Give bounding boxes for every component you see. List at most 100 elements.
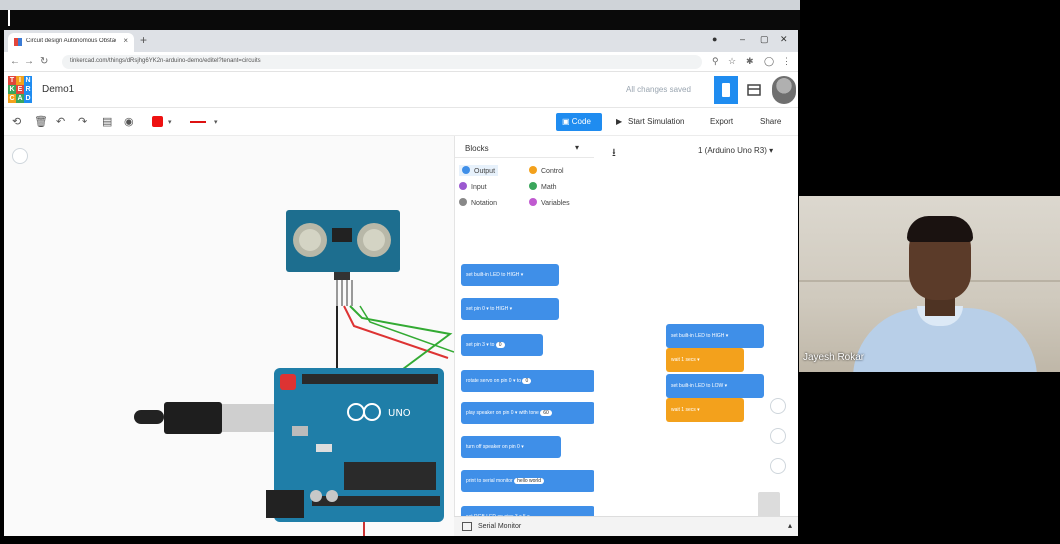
play-icon[interactable]: ▶ <box>616 117 622 126</box>
cursor-marker <box>8 10 10 26</box>
code-block-wait[interactable]: wait 1 secs ▾ <box>666 398 744 422</box>
star-icon[interactable]: ☆ <box>728 56 736 67</box>
wire-type-swatch[interactable] <box>190 121 206 123</box>
chevron-down-icon[interactable]: ▾ <box>168 118 172 126</box>
schematic-view-icon <box>747 84 761 96</box>
redo-icon[interactable]: ↷ <box>78 115 87 128</box>
category-label: Control <box>541 168 564 175</box>
logo-letter: A <box>16 94 24 103</box>
category-label: Notation <box>471 200 498 207</box>
usb-cable[interactable] <box>134 402 276 434</box>
circuit-view-button[interactable] <box>714 76 738 104</box>
variables-dot-icon <box>529 198 537 206</box>
category-notation[interactable]: Notation <box>459 198 497 207</box>
new-tab-button[interactable]: + <box>140 33 147 47</box>
browser-tab[interactable]: Circuit design Autonomous Obstacle... × <box>8 33 134 52</box>
tab-close-icon[interactable]: × <box>123 36 128 45</box>
chevron-up-icon[interactable]: ▴ <box>788 521 792 530</box>
chevron-down-icon[interactable]: ▾ <box>214 118 218 126</box>
block-set-pin[interactable]: set pin 0 ▾ to HIGH ▾ <box>461 298 559 320</box>
share-button[interactable]: Share <box>760 117 781 126</box>
forward-icon[interactable]: → <box>24 56 34 67</box>
circuit-drawing: UNO <box>134 210 454 536</box>
block-label: set pin 3 ▾ to <box>466 342 495 348</box>
back-icon[interactable]: ← <box>10 56 20 67</box>
input-dot-icon <box>459 182 467 190</box>
tinkercad-favicon-icon <box>14 38 22 46</box>
undo-icon[interactable]: ↶ <box>56 115 65 128</box>
tinkercad-logo[interactable]: T I N K E R C A D <box>8 76 32 104</box>
math-dot-icon <box>529 182 537 190</box>
download-icon[interactable]: ⭳ <box>612 144 616 163</box>
control-dot-icon <box>529 166 537 174</box>
profile-dot-icon[interactable]: ● <box>712 34 717 44</box>
circuit-workspace[interactable]: UNO <box>4 136 454 536</box>
export-button[interactable]: Export <box>710 117 733 126</box>
reset-view-button[interactable] <box>770 398 786 414</box>
serial-monitor-icon <box>462 522 472 531</box>
serial-monitor-bar[interactable]: Serial Monitor ▴ <box>454 516 798 536</box>
category-math[interactable]: Math <box>529 182 557 191</box>
block-play-speaker[interactable]: play speaker on pin 0 ▾ with tone 60 <box>461 402 595 424</box>
block-turn-off-speaker[interactable]: turn off speaker on pin 0 ▾ <box>461 436 561 458</box>
zoom-out-button[interactable] <box>770 458 786 474</box>
address-bar: ← → ↻ tinkercad.com/things/dRsjhg6YK2n-a… <box>4 52 798 72</box>
category-input[interactable]: Input <box>459 182 487 191</box>
code-icon: ▣ <box>562 117 572 126</box>
color-picker-swatch[interactable] <box>152 116 163 127</box>
code-button-label: Code <box>571 117 591 126</box>
code-block-led-high[interactable]: set built-in LED to HIGH ▾ <box>666 324 764 348</box>
value-pill[interactable]: 60 <box>540 410 552 416</box>
url-field[interactable]: tinkercad.com/things/dRsjhg6YK2n-arduino… <box>62 55 702 69</box>
maximize-icon[interactable]: ▢ <box>760 34 769 45</box>
value-pill[interactable]: 0 <box>495 342 505 348</box>
category-control[interactable]: Control <box>529 166 564 175</box>
schematic-view-button[interactable] <box>742 76 766 104</box>
browser-menu-icon[interactable]: ⋮ <box>782 56 791 67</box>
category-label: Variables <box>541 200 570 207</box>
rotate-icon[interactable]: ⟲ <box>12 115 21 128</box>
start-simulation-button[interactable]: Start Simulation <box>628 117 684 126</box>
board-selector-label: 1 (Arduino Uno R3) <box>698 146 767 155</box>
code-block-wait[interactable]: wait 1 secs ▾ <box>666 348 744 372</box>
profile-icon[interactable]: ◯ <box>764 56 774 67</box>
minimize-icon[interactable]: – <box>740 34 745 44</box>
save-status: All changes saved <box>626 85 691 94</box>
extension-icon[interactable]: ✱ <box>746 56 754 67</box>
blocks-dropdown[interactable]: Blocks ▾ <box>455 136 595 158</box>
block-set-pin-value[interactable]: set pin 3 ▾ to 0 <box>461 334 543 356</box>
circuit-view-icon <box>722 83 730 97</box>
reload-icon[interactable]: ↻ <box>40 56 48 67</box>
participant-hair <box>907 216 973 242</box>
visibility-icon[interactable]: ◉ <box>124 115 134 128</box>
user-avatar[interactable] <box>772 76 796 104</box>
notes-icon[interactable]: ▤ <box>102 115 112 128</box>
browser-tabbar: Circuit design Autonomous Obstacle... × … <box>4 30 798 52</box>
value-pill[interactable]: hello world <box>514 478 544 484</box>
category-variables[interactable]: Variables <box>529 198 570 207</box>
category-output[interactable]: Output <box>459 165 499 176</box>
board-selector[interactable]: 1 (Arduino Uno R3) ▾ <box>698 146 773 155</box>
zoom-in-button[interactable] <box>770 428 786 444</box>
logo-letter: R <box>24 85 32 94</box>
os-title-strip <box>0 0 800 10</box>
ultrasonic-sensor[interactable] <box>286 210 400 306</box>
code-block-led-low[interactable]: set built-in LED to LOW ▾ <box>666 374 764 398</box>
value-pill[interactable]: 0 <box>522 378 532 384</box>
board-logo-text: UNO <box>388 408 411 419</box>
tinkercad-header: T I N K E R C A D Demo1 All changes save… <box>4 72 798 108</box>
block-rotate-servo[interactable]: rotate servo on pin 0 ▾ to 0 <box>461 370 595 392</box>
close-window-icon[interactable]: ✕ <box>780 34 788 45</box>
browser-window: Circuit design Autonomous Obstacle... × … <box>4 30 798 536</box>
code-button[interactable]: ▣ Code <box>556 113 602 131</box>
project-title[interactable]: Demo1 <box>42 84 74 95</box>
code-workspace[interactable]: ⭳ 1 (Arduino Uno R3) ▾ set built-in LED … <box>594 136 798 526</box>
block-set-builtin-led[interactable]: set built-in LED to HIGH ▾ <box>461 264 559 286</box>
delete-icon[interactable]: 🗑 <box>34 115 48 128</box>
arduino-uno-board[interactable]: UNO <box>266 368 444 522</box>
participant-name: Jayesh Rokar <box>803 352 865 363</box>
category-label: Input <box>471 184 487 191</box>
block-label: play speaker on pin 0 ▾ with tone <box>466 410 539 416</box>
block-print-serial[interactable]: print to serial monitor hello world <box>461 470 595 492</box>
search-icon[interactable]: ⚲ <box>712 56 719 67</box>
